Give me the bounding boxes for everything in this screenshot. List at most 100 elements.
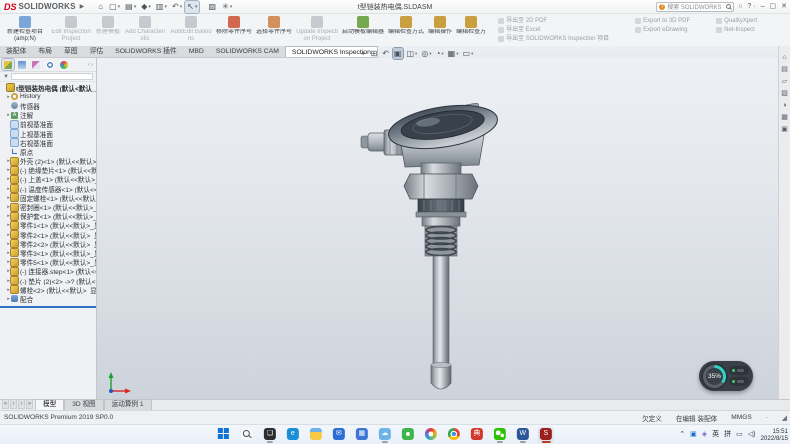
previous-view-icon[interactable]: ↶ [381, 48, 391, 59]
tree-item[interactable]: ▸ (-) 绝缘垫片<1> (默认<<默认>_显 [0, 166, 96, 175]
mail-icon[interactable]: ✉ [331, 427, 347, 443]
file-explorer-icon[interactable]: ▱ [782, 78, 787, 86]
export-menu-item[interactable]: 导出至 2D PDF [498, 17, 609, 25]
rebuild-icon[interactable] [200, 1, 205, 13]
document-tab[interactable]: 3D 视图 [64, 399, 103, 410]
edge-browser-icon[interactable]: e [285, 427, 301, 443]
tree-item[interactable]: ▸ History [0, 92, 96, 101]
zoom-area-icon[interactable]: ⊞ [370, 48, 380, 59]
command-tab[interactable]: 草图 [58, 46, 84, 57]
filter-icon[interactable]: ▼ [3, 74, 9, 80]
select-icon[interactable]: ↖▾ [185, 1, 199, 13]
dropdown-caret[interactable]: ▾ [230, 2, 233, 12]
apply-scene-icon[interactable]: ▦▾ [447, 48, 460, 59]
360-browser-icon[interactable] [400, 427, 416, 443]
task-view-button[interactable]: ❏ [262, 427, 278, 443]
command-tab[interactable]: MBD [183, 46, 210, 57]
restore-icon[interactable]: ▢ [770, 1, 777, 13]
featuremanager-tree-tab[interactable] [2, 59, 14, 70]
export-menu-item[interactable]: Export eDrawing [635, 26, 690, 34]
tree-item[interactable]: ▸ 零件2<2> (默认<<默认>_显示状态 [0, 239, 96, 248]
open-icon[interactable]: ▤▾ [123, 1, 138, 13]
dropdown-caret[interactable]: ▾ [134, 2, 137, 12]
tab-nav-button[interactable]: ‹ [10, 399, 17, 409]
add-characteristic-button[interactable]: Add Characteristic [122, 15, 168, 46]
dropdown-caret[interactable]: ▾ [429, 48, 431, 59]
export-menu-item[interactable]: 导出至 Excel [498, 26, 609, 34]
command-tab[interactable]: SOLIDWORKS CAM [210, 46, 285, 57]
command-tab[interactable]: 评估 [84, 46, 110, 57]
launch-template-editor-button[interactable]: 启动模板编辑器 [340, 15, 386, 46]
dropdown-caret[interactable]: ▾ [164, 2, 167, 12]
tree-item[interactable]: ▸ 原点 [0, 147, 96, 156]
tree-item[interactable]: ▸ 保护套<1> (默认<<默认>_显示状 [0, 212, 96, 221]
dropdown-caret[interactable]: ▾ [456, 48, 458, 59]
tree-item[interactable]: ▸ 零件5<1> (默认<<默认>_显示状态 [0, 258, 96, 267]
tab-nav-button[interactable]: « [2, 399, 9, 409]
select-balloons-button[interactable]: 选择零件序号 [254, 15, 294, 46]
tree-item[interactable]: ▸ 零件3<1> (默认<<默认>_显示状态 [0, 248, 96, 257]
store-icon[interactable]: ▦ [354, 427, 370, 443]
home-icon[interactable]: ⌂ [96, 1, 106, 13]
tree-item[interactable]: ▸ 密封圈<1> (默认<<默认>_显示状 [0, 202, 96, 211]
close-icon[interactable]: ✕ [781, 1, 787, 13]
undo-icon[interactable]: ↶▾ [170, 1, 184, 13]
configuration-manager-tab[interactable] [30, 59, 42, 70]
dropdown-caret[interactable]: ▾ [180, 2, 183, 12]
tree-item[interactable]: ▸ 零件1<1> (默认<<默认>_显示状态 [0, 221, 96, 230]
view-settings-icon[interactable]: ▭▾ [462, 48, 475, 59]
property-manager-tab[interactable] [16, 59, 28, 70]
tree-filter-input[interactable] [11, 73, 93, 80]
screen-recorder-overlay[interactable]: 35% [699, 361, 753, 391]
tree-item[interactable]: ▸ 注解 [0, 111, 96, 120]
search-icon[interactable] [726, 4, 731, 9]
tree-item[interactable]: ▸ 固定螺栓<1> (默认<<默认>_显示 [0, 193, 96, 202]
tree-item[interactable]: ▸ 配合 [0, 294, 96, 303]
graphics-viewport[interactable]: 35% [97, 58, 778, 399]
edit-inspection-project-button[interactable]: Edit Inspection Project [48, 15, 94, 46]
record-option-1[interactable] [729, 366, 749, 375]
dropdown-caret[interactable]: ▾ [471, 48, 473, 59]
forum-icon[interactable]: ▣ [781, 126, 788, 134]
view-orientation-icon[interactable]: ▣ [393, 48, 404, 59]
tree-root-item[interactable]: ▸ t型铠装热电偶 (默认<默认_显示状态-1 [0, 83, 96, 92]
view-palette-icon[interactable]: ▨ [781, 90, 788, 98]
tab-nav-button[interactable]: › [18, 399, 25, 409]
tray-expand-icon[interactable]: ⌃ [679, 430, 685, 440]
security-shield-icon[interactable]: ◈ [702, 430, 707, 440]
dropdown-caret[interactable]: ▾ [118, 2, 121, 12]
tree-item[interactable]: ▸ (-) 上盖<1> (默认<<默认>_显示状 [0, 175, 96, 184]
search-button[interactable] [239, 427, 255, 443]
export-menu-item[interactable]: QualityXpert [716, 17, 757, 25]
minimize-icon[interactable]: – [761, 1, 765, 13]
tree-item[interactable]: ▸ 传感器 [0, 101, 96, 110]
tree-item[interactable]: ▸ (-) 连接器.step<1> (默认<<默认> [0, 267, 96, 276]
export-menu-item[interactable]: 导出至 SOLIDWORKS Inspection 项目 [498, 35, 609, 43]
print-icon[interactable]: ▥▾ [154, 1, 169, 13]
dimxpert-manager-tab[interactable] [44, 59, 56, 70]
options-icon[interactable]: ✳▾ [220, 1, 234, 13]
ime-language-indicator[interactable]: 英 [712, 430, 719, 440]
display-style-icon[interactable]: ◫▾ [405, 48, 418, 59]
tab-nav-button[interactable]: » [26, 399, 33, 409]
tree-item[interactable]: ▸ 外壳 (2)<1> (默认<<默认>_显示状 [0, 157, 96, 166]
start-button[interactable] [216, 426, 232, 444]
new-template-button[interactable]: 新建模板 [94, 15, 122, 46]
word-icon[interactable]: W [515, 427, 531, 443]
design-library-icon[interactable]: ▤ [781, 66, 788, 74]
command-tab[interactable]: SOLIDWORKS 插件 [109, 46, 183, 57]
display-manager-tab[interactable] [58, 59, 70, 70]
command-tab[interactable]: 装配体 [0, 46, 32, 57]
chrome-icon[interactable] [446, 427, 462, 443]
document-tab[interactable]: 模型 [35, 399, 64, 410]
volume-icon[interactable]: ◁) [748, 430, 756, 440]
taskbar-clock[interactable]: 15:51 2022/8/15 [760, 428, 788, 442]
dropdown-caret[interactable]: ▾ [148, 2, 151, 12]
phone-link-icon[interactable]: ▭ [736, 430, 743, 440]
weather-cloud-icon[interactable]: ☁ [377, 427, 393, 443]
tree-item[interactable]: ▸ 上视基准面 [0, 129, 96, 138]
dropdown-caret[interactable]: ▾ [415, 48, 417, 59]
update-inspection-project-button[interactable]: Update Inspection Project [294, 15, 340, 46]
dictionary-icon[interactable]: 典 [469, 427, 485, 443]
thermocouple-3d-model[interactable] [359, 103, 529, 399]
